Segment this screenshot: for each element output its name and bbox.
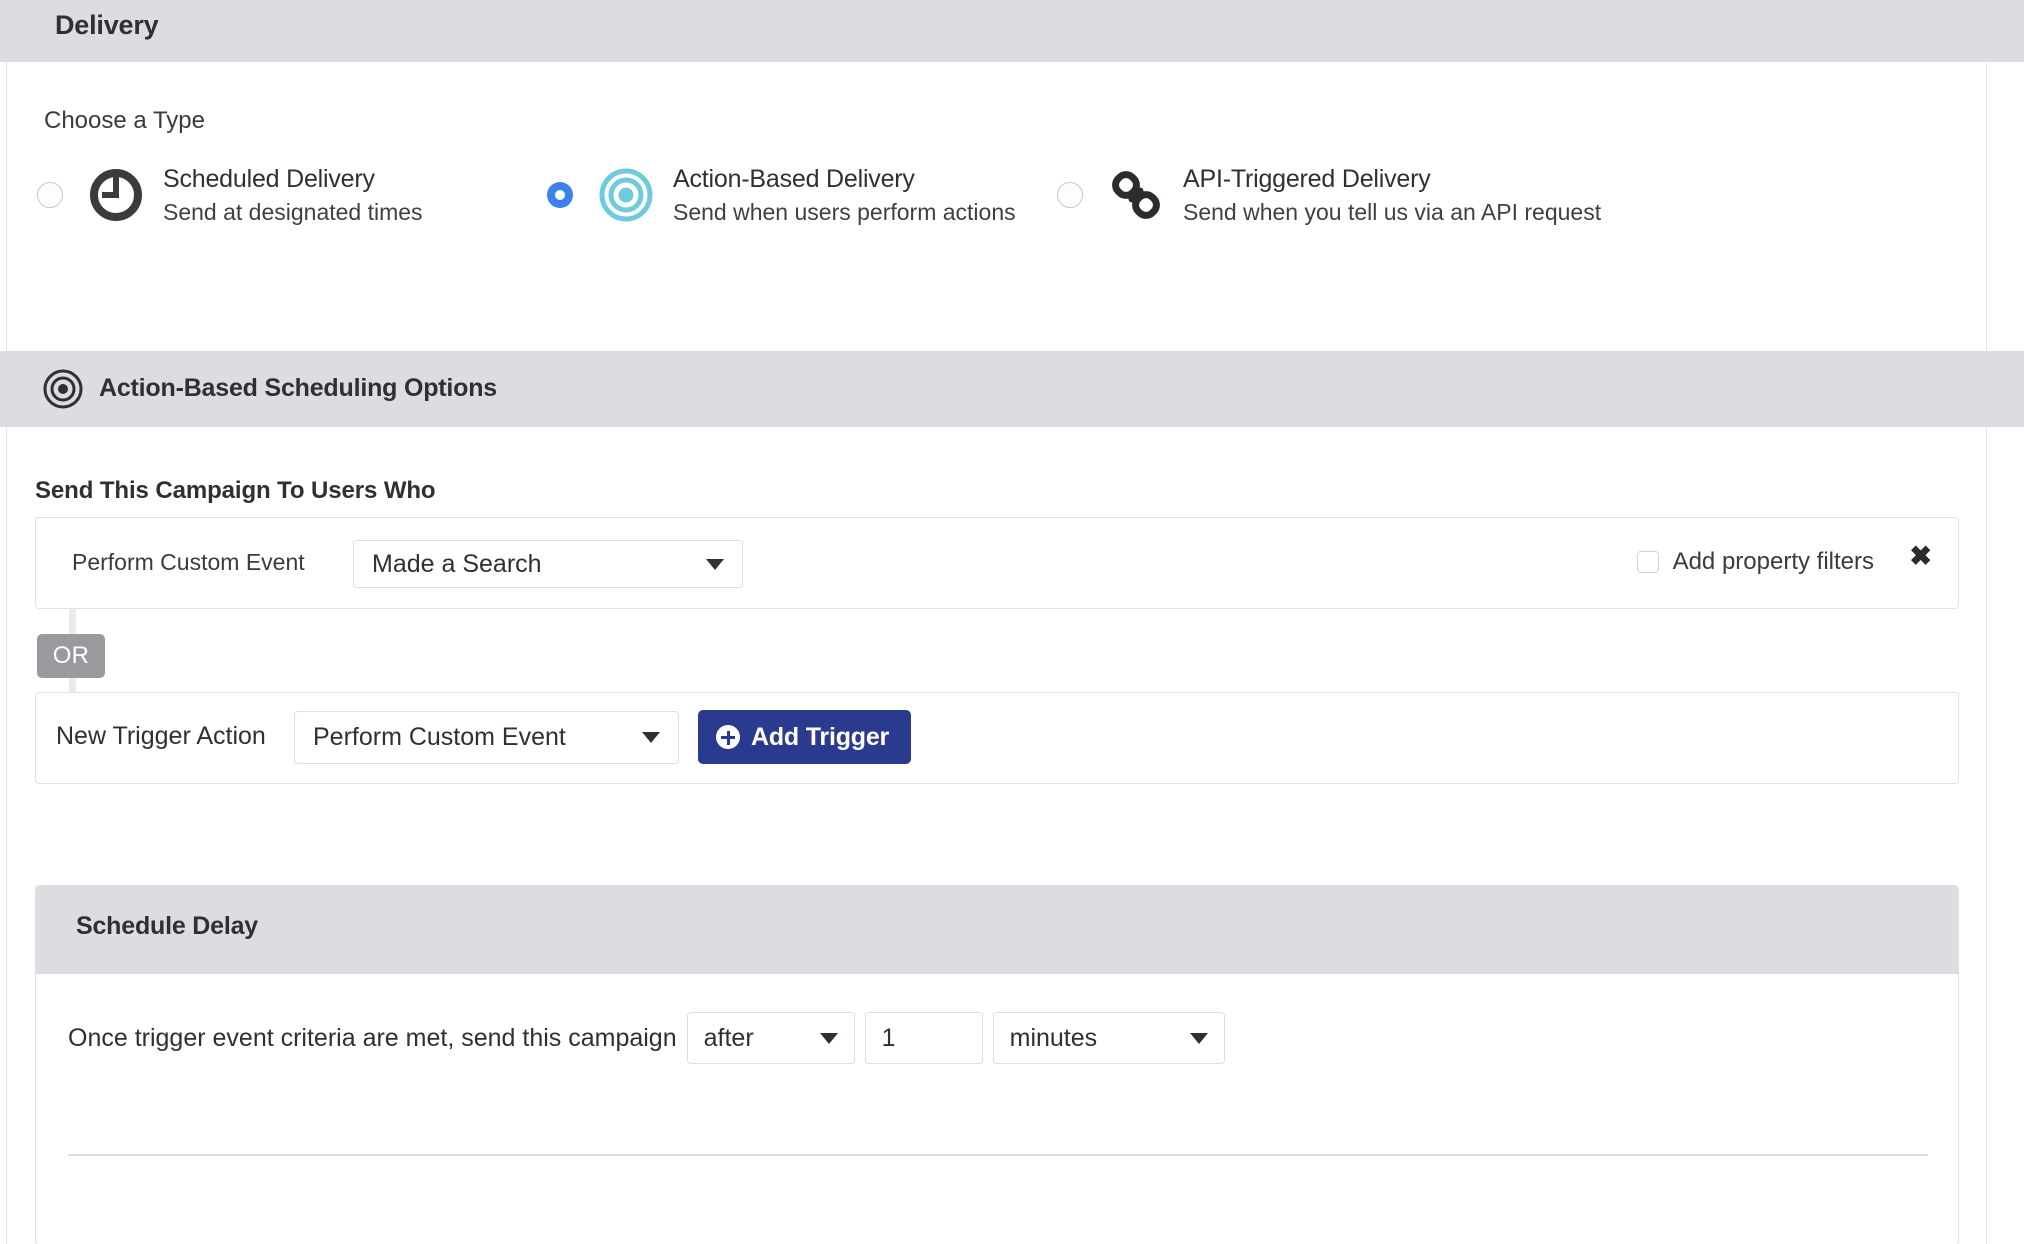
- delivery-type-text-api-triggered: API-Triggered Delivery Send when you tel…: [1183, 163, 1601, 227]
- page-title: Delivery: [55, 10, 159, 40]
- clock-icon: [85, 164, 147, 226]
- custom-event-select[interactable]: Made a Search: [353, 540, 743, 588]
- remove-trigger-icon[interactable]: ✖: [1909, 543, 1932, 570]
- schedule-delay-header: Schedule Delay: [36, 886, 1958, 974]
- delay-when-value: after: [703, 1023, 754, 1052]
- chevron-down-icon: [706, 558, 724, 570]
- option-title: API-Triggered Delivery: [1183, 164, 1431, 193]
- delivery-type-option-api-triggered[interactable]: API-Triggered Delivery Send when you tel…: [1057, 150, 1601, 240]
- delay-unit-select[interactable]: minutes: [992, 1012, 1225, 1064]
- delivery-type-radio-group: Scheduled Delivery Send at designated ti…: [7, 150, 1986, 240]
- delay-when-select[interactable]: after: [686, 1012, 855, 1064]
- schedule-delay-sentence: Once trigger event criteria are met, sen…: [68, 1023, 677, 1052]
- scheduling-options-body: Send This Campaign To Users Who Perform …: [6, 427, 1987, 1244]
- delivery-type-option-scheduled[interactable]: Scheduled Delivery Send at designated ti…: [37, 150, 423, 240]
- delay-amount-value: 1: [881, 1023, 896, 1052]
- option-subtitle: Send when you tell us via an API request: [1183, 198, 1602, 225]
- new-trigger-action-value: Perform Custom Event: [313, 723, 566, 751]
- delivery-type-option-action-based[interactable]: Action-Based Delivery Send when users pe…: [547, 150, 1016, 240]
- target-icon: [42, 368, 84, 410]
- plus-circle-icon: [716, 725, 740, 749]
- radio-action-based-delivery[interactable]: [547, 182, 573, 208]
- delivery-settings-page: Delivery Choose a Type Scheduled Deliver…: [0, 0, 2024, 1244]
- schedule-delay-row: Once trigger event criteria are met, sen…: [68, 1012, 1235, 1064]
- target-icon: [595, 164, 657, 226]
- radio-api-triggered-delivery[interactable]: [1057, 182, 1083, 208]
- add-trigger-button[interactable]: Add Trigger: [698, 710, 912, 764]
- add-property-filters-control[interactable]: Add property filters: [1636, 548, 1874, 576]
- new-trigger-row: New Trigger Action Perform Custom Event …: [35, 692, 1959, 784]
- trigger-action-label: Perform Custom Event: [72, 549, 305, 575]
- section-divider: [68, 1154, 1928, 1156]
- scheduling-options-header: Action-Based Scheduling Options: [0, 351, 2024, 427]
- option-subtitle: Send when users perform actions: [673, 198, 1016, 225]
- option-title: Scheduled Delivery: [163, 164, 375, 193]
- add-property-filters-label: Add property filters: [1672, 548, 1874, 575]
- option-subtitle: Send at designated times: [163, 198, 423, 225]
- radio-scheduled-delivery[interactable]: [37, 182, 63, 208]
- or-badge[interactable]: OR: [37, 634, 105, 678]
- triggers-heading: Send This Campaign To Users Who: [35, 477, 436, 504]
- trigger-row: Perform Custom Event Made a Search Add p…: [35, 517, 1959, 609]
- schedule-delay-title: Schedule Delay: [76, 912, 259, 940]
- chevron-down-icon: [819, 1032, 838, 1044]
- choose-type-panel: Choose a Type Scheduled Delivery Send at…: [6, 62, 1987, 351]
- choose-type-label: Choose a Type: [44, 107, 206, 134]
- link-chain-icon: [1105, 164, 1167, 226]
- add-property-filters-checkbox[interactable]: [1636, 551, 1659, 573]
- delay-unit-value: minutes: [1009, 1023, 1098, 1052]
- new-trigger-label: New Trigger Action: [56, 722, 266, 750]
- chevron-down-icon: [642, 732, 660, 743]
- add-trigger-button-label: Add Trigger: [751, 722, 890, 751]
- delivery-header-band: Delivery: [0, 0, 2024, 62]
- custom-event-value: Made a Search: [372, 549, 542, 578]
- schedule-delay-panel: Schedule Delay Once trigger event criter…: [35, 885, 1959, 1244]
- new-trigger-action-select[interactable]: Perform Custom Event: [294, 711, 679, 764]
- option-title: Action-Based Delivery: [673, 164, 915, 193]
- delay-amount-input[interactable]: 1: [864, 1012, 983, 1064]
- scheduling-options-title: Action-Based Scheduling Options: [99, 374, 497, 402]
- chevron-down-icon: [1189, 1032, 1208, 1044]
- delivery-type-text-action-based: Action-Based Delivery Send when users pe…: [673, 163, 1016, 227]
- delivery-type-text-scheduled: Scheduled Delivery Send at designated ti…: [163, 163, 423, 227]
